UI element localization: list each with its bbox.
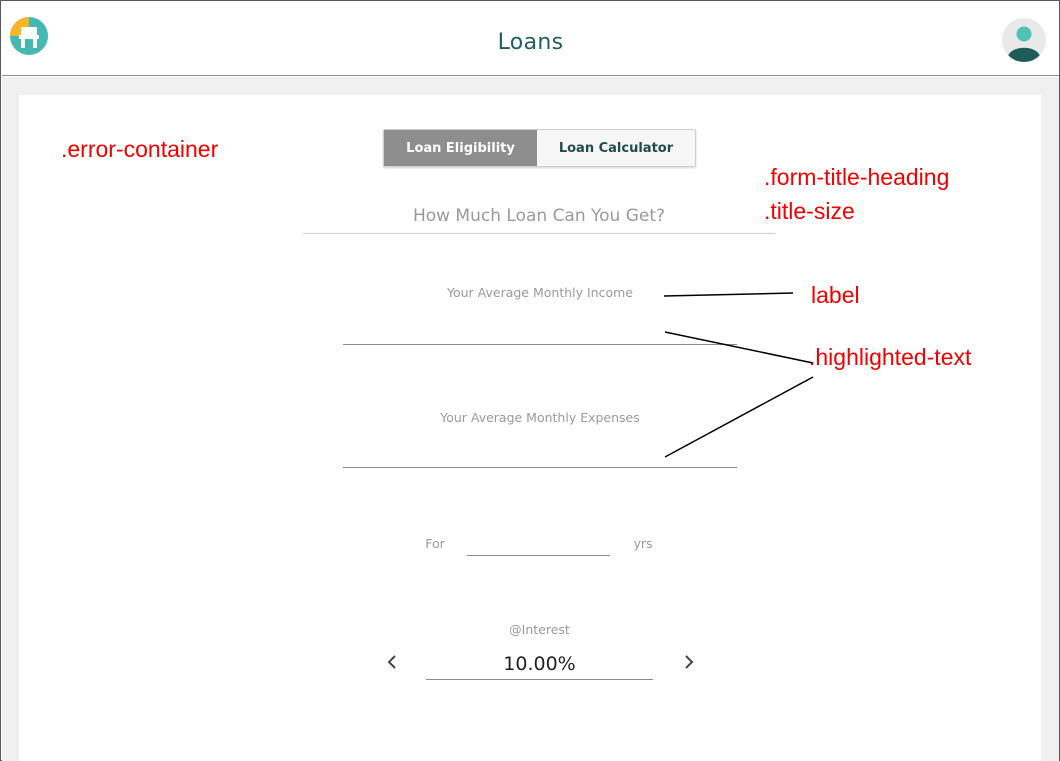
annotation-title-size: .title-size bbox=[764, 198, 855, 224]
app-window: Loans Loan Eligibility Loan Calculator H… bbox=[0, 0, 1060, 761]
interest-label: @Interest bbox=[509, 622, 570, 637]
expenses-input[interactable] bbox=[343, 443, 737, 467]
interest-underline bbox=[426, 679, 653, 680]
chevron-right-icon[interactable] bbox=[678, 649, 700, 675]
income-underline bbox=[343, 344, 737, 345]
tab-loan-eligibility[interactable]: Loan Eligibility bbox=[384, 130, 537, 166]
loan-tabs: Loan Eligibility Loan Calculator bbox=[383, 129, 696, 167]
expenses-label: Your Average Monthly Expenses bbox=[440, 410, 640, 425]
tab-loan-calculator[interactable]: Loan Calculator bbox=[537, 130, 695, 166]
tenure-suffix: yrs bbox=[633, 536, 653, 551]
top-header: Loans bbox=[2, 2, 1059, 76]
income-input[interactable] bbox=[343, 319, 737, 343]
page-title: Loans bbox=[497, 30, 564, 55]
heading-underline bbox=[303, 233, 775, 234]
tenure-prefix: For bbox=[425, 536, 445, 551]
income-label: Your Average Monthly Income bbox=[447, 285, 633, 300]
annotation-highlighted-text: .highlighted-text bbox=[809, 344, 972, 370]
annotation-label: label bbox=[811, 282, 860, 308]
expenses-underline bbox=[343, 467, 737, 468]
tenure-underline bbox=[467, 555, 610, 556]
user-avatar-icon[interactable] bbox=[1002, 18, 1046, 62]
interest-rate-value: 10.00% bbox=[503, 653, 576, 675]
annotation-error-container: .error-container bbox=[61, 136, 219, 162]
tenure-input[interactable] bbox=[467, 531, 610, 555]
chevron-left-icon[interactable] bbox=[381, 649, 403, 675]
form-title-heading: How Much Loan Can You Get? bbox=[412, 206, 666, 226]
annotation-form-title-heading: .form-title-heading bbox=[764, 164, 950, 190]
